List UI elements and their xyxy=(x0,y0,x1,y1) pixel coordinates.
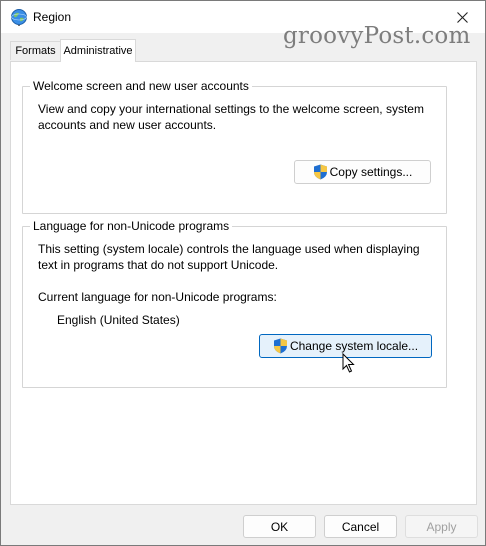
copy-settings-button[interactable]: Copy settings... xyxy=(294,160,431,184)
non-unicode-description-line2: text in programs that do not support Uni… xyxy=(38,258,279,272)
cancel-label: Cancel xyxy=(341,519,380,534)
current-language-value: English (United States) xyxy=(57,313,180,327)
tab-formats[interactable]: Formats xyxy=(10,41,61,60)
mouse-cursor-icon xyxy=(342,353,355,373)
ok-label: OK xyxy=(270,519,289,534)
ok-button[interactable]: OK xyxy=(243,515,316,538)
watermark: groovyPost.com xyxy=(283,23,471,49)
copy-settings-label: Copy settings... xyxy=(329,165,413,179)
tab-administrative-label: Administrative xyxy=(63,45,133,57)
globe-icon xyxy=(11,9,27,26)
welcome-description-line2: accounts and new user accounts. xyxy=(38,118,217,132)
window-title: Region xyxy=(33,10,72,24)
welcome-group-title: Welcome screen and new user accounts xyxy=(30,79,252,93)
cancel-button[interactable]: Cancel xyxy=(324,515,397,538)
region-dialog: Region groovyPost.com Formats Administra… xyxy=(0,0,486,546)
change-system-locale-label: Change system locale... xyxy=(289,339,419,353)
apply-label: Apply xyxy=(426,519,457,534)
welcome-description-line1: View and copy your international setting… xyxy=(38,102,424,116)
close-icon xyxy=(456,11,468,23)
non-unicode-group: Language for non-Unicode programs This s… xyxy=(22,219,447,388)
apply-button[interactable]: Apply xyxy=(405,515,478,538)
administrative-panel: Welcome screen and new user accounts Vie… xyxy=(10,61,477,505)
tab-formats-label: Formats xyxy=(15,45,56,57)
welcome-screen-group: Welcome screen and new user accounts Vie… xyxy=(22,79,447,214)
non-unicode-group-title: Language for non-Unicode programs xyxy=(30,219,233,233)
shield-icon xyxy=(273,338,287,354)
non-unicode-description-line1: This setting (system locale) controls th… xyxy=(38,242,420,256)
current-language-label: Current language for non-Unicode program… xyxy=(38,290,277,304)
tab-administrative[interactable]: Administrative xyxy=(60,39,136,62)
shield-icon xyxy=(313,164,327,180)
